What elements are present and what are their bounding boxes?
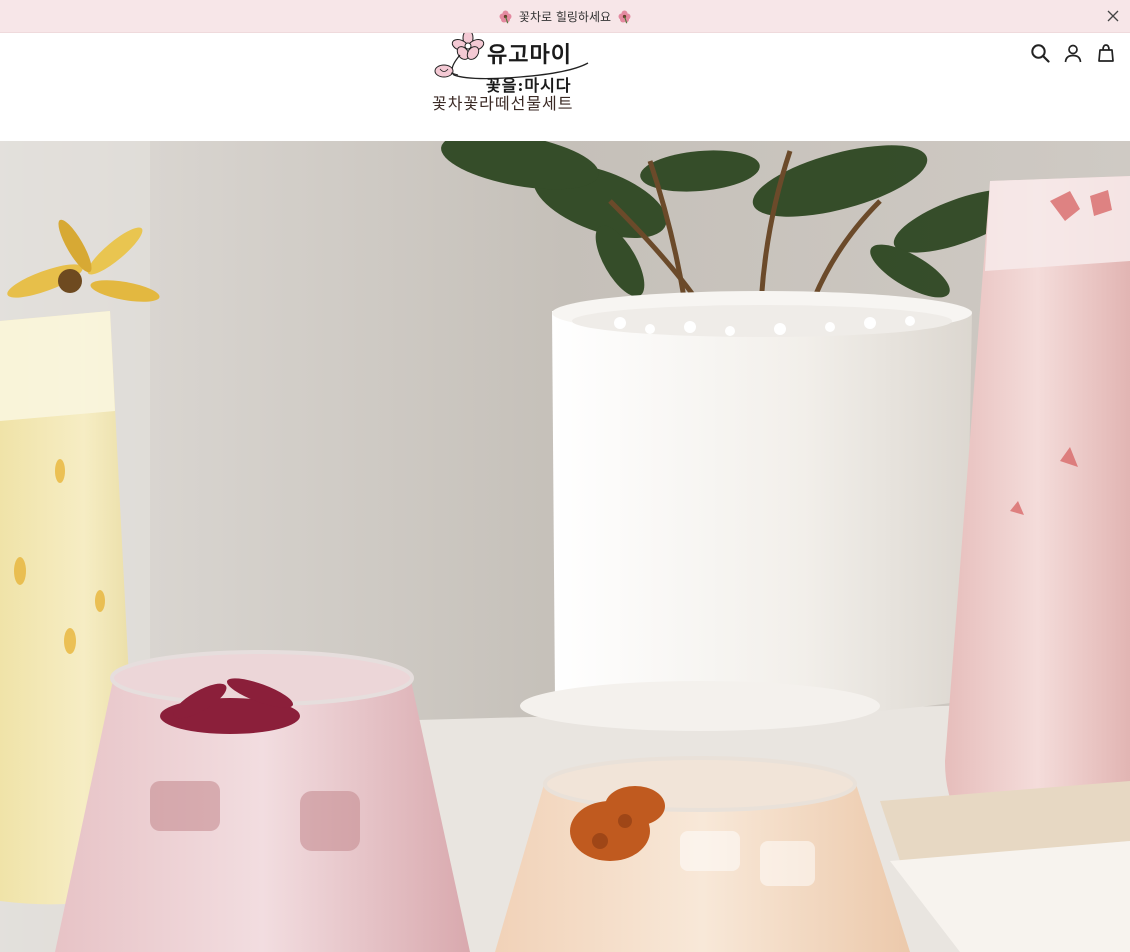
announcement-message: 꽃차로 힐링하세요 <box>498 8 632 25</box>
logo-tagline: 꽃차꽃라떼선물세트 <box>432 94 574 113</box>
search-icon[interactable] <box>1030 43 1050 63</box>
announcement-bar: 꽃차로 힐링하세요 <box>0 0 1130 33</box>
account-icon[interactable] <box>1063 43 1083 63</box>
site-header: 유고마이 꽃을:마시다 꽃차꽃라떼선물세트 <box>0 33 1130 141</box>
cart-icon[interactable] <box>1096 43 1116 63</box>
close-icon[interactable] <box>1106 9 1120 23</box>
hero-banner[interactable] <box>0 141 1130 952</box>
announcement-text: 꽃차로 힐링하세요 <box>518 9 612 24</box>
flower-icon <box>499 10 512 23</box>
hero-image <box>0 141 1130 952</box>
header-icons <box>1030 43 1116 63</box>
flower-icon <box>618 10 631 23</box>
logo[interactable]: 유고마이 꽃을:마시다 꽃차꽃라떼선물세트 <box>430 33 595 115</box>
logo-title: 유고마이 <box>487 42 572 68</box>
